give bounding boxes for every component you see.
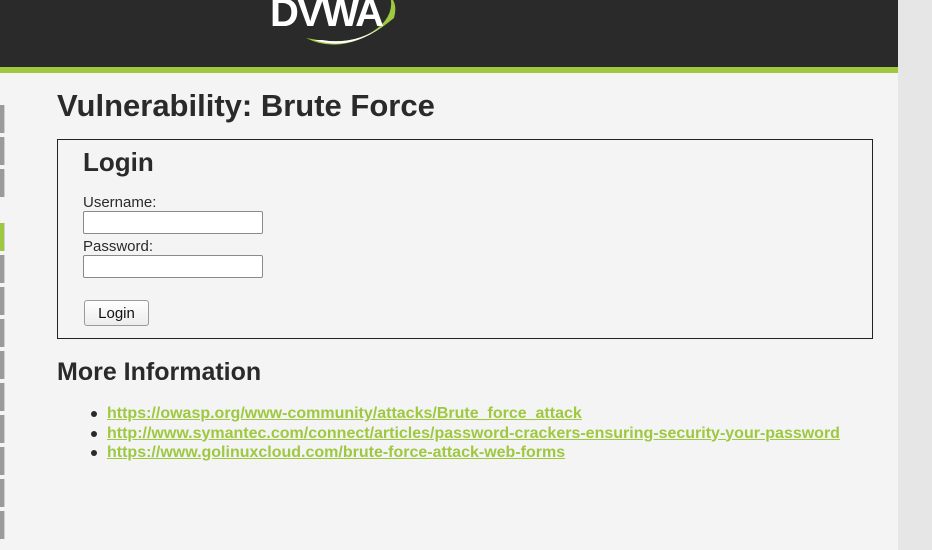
sidebar-item[interactable] (0, 319, 5, 347)
login-form: Login Username: Password: Login (57, 139, 873, 339)
sidebar-item[interactable] (0, 137, 5, 165)
login-button[interactable]: Login (84, 300, 149, 326)
list-item: http://www.symantec.com/connect/articles… (87, 424, 840, 444)
password-label: Password: (83, 238, 154, 255)
list-item: https://www.golinuxcloud.com/brute-force… (87, 443, 840, 463)
more-info-heading: More Information (57, 358, 262, 386)
site-header: DVWA (0, 0, 898, 67)
page-title: Vulnerability: Brute Force (57, 88, 435, 123)
login-heading: Login (83, 147, 154, 177)
link-golinuxcloud[interactable]: https://www.golinuxcloud.com/brute-force… (107, 444, 565, 461)
more-info-list: https://owasp.org/www-community/attacks/… (87, 404, 840, 463)
svg-text:DVWA: DVWA (270, 0, 383, 35)
sidebar-item[interactable] (0, 383, 5, 411)
link-owasp[interactable]: https://owasp.org/www-community/attacks/… (107, 405, 582, 422)
sidebar-item[interactable] (0, 447, 5, 475)
sidebar-item[interactable] (0, 511, 5, 539)
bullet-icon (91, 450, 97, 456)
scrollbar-track[interactable] (898, 0, 932, 550)
bullet-icon (91, 411, 97, 417)
sidebar-item[interactable] (0, 105, 5, 133)
list-item: https://owasp.org/www-community/attacks/… (87, 404, 840, 424)
sidebar-item[interactable] (0, 169, 5, 197)
sidebar-item-brute-force[interactable] (0, 223, 5, 251)
username-label: Username: (83, 194, 157, 211)
sidebar-item[interactable] (0, 255, 5, 283)
sidebar-menu (0, 73, 6, 550)
bullet-icon (91, 430, 97, 437)
password-input[interactable] (83, 255, 263, 278)
sidebar-item[interactable] (0, 415, 5, 443)
sidebar-item[interactable] (0, 479, 5, 507)
link-symantec[interactable]: http://www.symantec.com/connect/articles… (107, 425, 840, 442)
dvwa-logo: DVWA (270, 0, 396, 45)
sidebar-item[interactable] (0, 351, 5, 379)
sidebar-item[interactable] (0, 287, 5, 315)
username-input[interactable] (83, 211, 263, 234)
